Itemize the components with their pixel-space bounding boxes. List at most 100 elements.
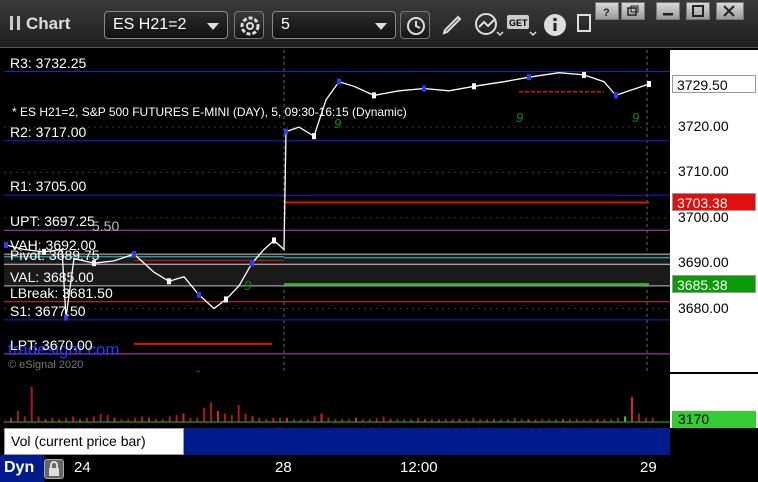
volume-bar (651, 417, 654, 422)
volume-study-label[interactable]: Vol (current price bar) (4, 428, 184, 455)
volume-bar (286, 417, 288, 422)
y-tick-label: 3710.00 (678, 163, 729, 180)
clock-icon (407, 17, 425, 35)
volume-bar (375, 417, 378, 422)
x-label: 28 (275, 459, 292, 476)
level-label-r1: R1: 3705.00 (10, 178, 87, 195)
time-button[interactable] (400, 11, 430, 39)
volume-bar (182, 413, 185, 422)
volume-bar (148, 417, 150, 422)
volume-bar (631, 396, 633, 422)
price-axis[interactable]: 3720.00 3710.00 3700.00 3690.00 3680.00 3729… (670, 50, 758, 372)
chevron-down-icon (207, 23, 219, 30)
settings-button[interactable] (234, 11, 264, 39)
volume-bar (223, 413, 226, 422)
volume-bar (37, 416, 40, 422)
volume-bar (196, 417, 199, 422)
volume-bar (16, 410, 19, 422)
link-icon (577, 14, 591, 32)
close-button[interactable] (716, 2, 744, 20)
volume-pane[interactable] (4, 374, 670, 428)
volume-bar (168, 416, 171, 422)
x-label: 29 (640, 459, 657, 476)
question-icon: ? (603, 7, 610, 17)
level-label-upt: UPT: 3697.25 (10, 213, 95, 230)
time-axis: 24 28 12:00 29 (0, 455, 758, 482)
candle (472, 83, 476, 90)
volume-bar (210, 402, 213, 422)
candle (132, 251, 136, 258)
study-tool[interactable] (474, 12, 504, 43)
app-title: Chart (10, 14, 70, 34)
maximize-icon (692, 5, 704, 17)
level-label-r2: R2: 3717.00 (10, 123, 87, 140)
close-study-button[interactable]: × (170, 430, 178, 445)
get-data-tool[interactable]: GET (506, 12, 538, 43)
value-area-band (4, 254, 670, 286)
volume-bar (72, 416, 75, 422)
volume-bar (244, 413, 247, 422)
volume-axis: 3170 (670, 374, 758, 428)
lock-button[interactable] (44, 459, 64, 479)
interval-select[interactable]: 5 (272, 11, 396, 39)
volume-last-value: 3170 (672, 411, 756, 428)
candle (4, 242, 8, 249)
volume-bar (237, 405, 240, 422)
sequence-count: 9 (244, 278, 251, 293)
draw-tool[interactable] (440, 13, 466, 42)
volume-bar (272, 417, 275, 422)
candle (337, 78, 341, 85)
volume-bar (65, 417, 68, 422)
price-plot-svg: 99999tradesight.com© eSignal 2020 (4, 50, 670, 383)
volume-bar (23, 416, 26, 422)
volume-bar (141, 416, 144, 422)
volume-bar (513, 417, 516, 422)
help-button[interactable]: ? (595, 2, 619, 20)
volume-bar (382, 416, 385, 422)
sequence-count: 9 (516, 110, 523, 125)
volume-plot-svg (4, 387, 670, 423)
price-chart[interactable]: 99999tradesight.com© eSignal 2020 * ES H… (4, 50, 670, 383)
pencil-icon (442, 15, 462, 35)
candle (312, 133, 316, 140)
level-label-s1: S1: 3677.50 (10, 302, 86, 319)
volume-bar (175, 415, 178, 422)
study-area (184, 428, 670, 455)
volume-bar (417, 417, 420, 422)
volume-bar (644, 417, 647, 422)
sequence-count: 9 (632, 110, 639, 125)
candle (582, 71, 586, 78)
volume-bar (10, 417, 12, 422)
maximize-button[interactable] (686, 2, 710, 20)
candle (372, 92, 376, 99)
dynamic-toggle[interactable]: Dyn (0, 455, 44, 482)
y-tick-label: 3690.00 (678, 254, 729, 271)
volume-bar (106, 415, 109, 422)
volume-bar (230, 415, 233, 422)
level-label-val: VAL: 3685.00 (10, 268, 94, 285)
candle (167, 278, 171, 285)
price-tag: 3703.38 (672, 193, 756, 212)
y-tick-label: 3680.00 (678, 299, 729, 316)
lock-icon (49, 461, 59, 476)
candle (250, 260, 254, 267)
candle (197, 291, 201, 298)
close-icon (723, 5, 735, 17)
restore-icon (627, 5, 639, 16)
volume-bar (92, 416, 95, 422)
volume-bar (624, 416, 627, 422)
volume-bar (617, 417, 620, 422)
restore-button[interactable] (621, 2, 645, 20)
svg-text:?: ? (603, 7, 610, 17)
volume-bar (472, 417, 475, 422)
link-button[interactable] (576, 13, 594, 40)
symbol-select[interactable]: ES H21=2 (104, 11, 228, 39)
info-button[interactable] (542, 12, 568, 43)
minimize-icon (663, 13, 673, 16)
candle (647, 81, 651, 88)
partial-level-label: 5.50 (92, 218, 120, 235)
level-label-r3: R3: 3732.25 (10, 54, 87, 71)
volume-bar (189, 417, 192, 422)
minimize-button[interactable] (656, 2, 680, 20)
candle (284, 128, 288, 135)
